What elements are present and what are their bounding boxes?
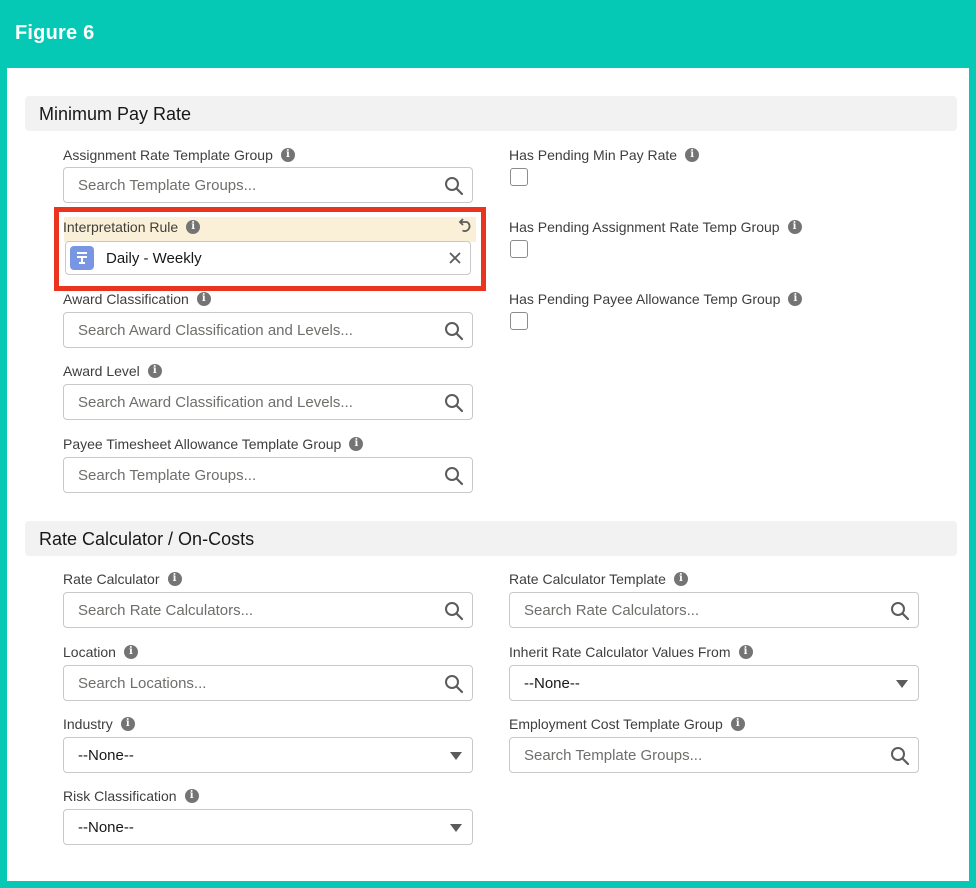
info-icon[interactable]: i [730, 717, 745, 731]
undo-icon[interactable] [456, 217, 474, 235]
info-icon[interactable]: i [186, 220, 201, 234]
input-placeholder: Search Award Classification and Levels..… [78, 322, 353, 339]
chevron-down-icon[interactable] [450, 824, 462, 832]
interpretation-rule-value: Daily - Weekly [106, 250, 202, 267]
employment-cost-template-group-input[interactable]: Search Template Groups... [509, 737, 919, 773]
info-icon[interactable]: i [787, 220, 802, 234]
clear-icon[interactable] [448, 251, 462, 265]
info-icon[interactable]: i [280, 148, 295, 162]
info-icon[interactable]: i [673, 572, 688, 586]
select-value: --None-- [78, 747, 134, 764]
field-label: Employment Cost Template Group i [509, 715, 745, 733]
field-label: Inherit Rate Calculator Values From i [509, 643, 753, 661]
input-placeholder: Search Template Groups... [524, 747, 703, 764]
has-pending-assignment-rate-checkbox[interactable] [510, 240, 528, 258]
field-label: Payee Timesheet Allowance Template Group… [63, 435, 364, 453]
info-icon[interactable]: i [788, 292, 803, 306]
interpretation-rule-lookup[interactable]: Daily - Weekly [65, 241, 471, 275]
field-label: Interpretation Rule i [63, 218, 201, 236]
field-label: Award Level i [63, 362, 162, 380]
field-label: Has Pending Assignment Rate Temp Group i [509, 218, 802, 236]
form-panel: Minimum Pay Rate Assignment Rate Templat… [7, 68, 969, 881]
chevron-down-icon[interactable] [450, 752, 462, 760]
chevron-down-icon[interactable] [896, 680, 908, 688]
has-pending-min-pay-rate-checkbox[interactable] [510, 168, 528, 186]
info-icon[interactable]: i [147, 364, 162, 378]
field-label: Rate Calculator i [63, 570, 182, 588]
award-level-input[interactable]: Search Award Classification and Levels..… [63, 384, 473, 420]
section-header-rate-calculator[interactable]: Rate Calculator / On-Costs [25, 521, 957, 556]
input-placeholder: Search Template Groups... [78, 177, 257, 194]
info-icon[interactable]: i [167, 572, 182, 586]
has-pending-payee-allowance-checkbox[interactable] [510, 312, 528, 330]
rule-icon [70, 246, 94, 270]
info-icon[interactable]: i [349, 437, 364, 451]
input-placeholder: Search Template Groups... [78, 467, 257, 484]
field-label: Has Pending Min Pay Rate i [509, 146, 700, 164]
payee-timesheet-allowance-input[interactable]: Search Template Groups... [63, 457, 473, 493]
select-value: --None-- [524, 675, 580, 692]
search-icon[interactable] [444, 674, 464, 694]
industry-select[interactable]: --None-- [63, 737, 473, 773]
figure-frame: Figure 6 Minimum Pay Rate Assignment Rat… [0, 0, 976, 888]
section-header-minimum-pay-rate[interactable]: Minimum Pay Rate [25, 96, 957, 131]
rate-calculator-input[interactable]: Search Rate Calculators... [63, 592, 473, 628]
info-icon[interactable]: i [184, 789, 199, 803]
figure-title: Figure 6 [15, 22, 95, 44]
field-label: Industry i [63, 715, 135, 733]
field-label: Has Pending Payee Allowance Temp Group i [509, 290, 803, 308]
info-icon[interactable]: i [685, 148, 700, 162]
select-value: --None-- [78, 819, 134, 836]
input-placeholder: Search Rate Calculators... [78, 602, 254, 619]
input-placeholder: Search Locations... [78, 675, 207, 692]
location-input[interactable]: Search Locations... [63, 665, 473, 701]
award-classification-input[interactable]: Search Award Classification and Levels..… [63, 312, 473, 348]
field-label: Award Classification i [63, 290, 211, 308]
rate-calculator-template-input[interactable]: Search Rate Calculators... [509, 592, 919, 628]
field-label: Risk Classification i [63, 787, 199, 805]
field-label: Assignment Rate Template Group i [63, 146, 295, 164]
search-icon[interactable] [444, 466, 464, 486]
search-icon[interactable] [890, 746, 910, 766]
info-icon[interactable]: i [123, 645, 138, 659]
info-icon[interactable]: i [738, 645, 753, 659]
search-icon[interactable] [444, 393, 464, 413]
search-icon[interactable] [890, 601, 910, 621]
risk-classification-select[interactable]: --None-- [63, 809, 473, 845]
search-icon[interactable] [444, 601, 464, 621]
assignment-rate-template-group-input[interactable]: Search Template Groups... [63, 167, 473, 203]
section-title: Rate Calculator / On-Costs [39, 529, 255, 549]
info-icon[interactable]: i [196, 292, 211, 306]
info-icon[interactable]: i [120, 717, 135, 731]
field-label: Rate Calculator Template i [509, 570, 688, 588]
field-label: Location i [63, 643, 138, 661]
search-icon[interactable] [444, 176, 464, 196]
search-icon[interactable] [444, 321, 464, 341]
input-placeholder: Search Rate Calculators... [524, 602, 700, 619]
inherit-rate-calculator-select[interactable]: --None-- [509, 665, 919, 701]
figure-header: Figure 6 [0, 0, 976, 68]
input-placeholder: Search Award Classification and Levels..… [78, 394, 353, 411]
section-title: Minimum Pay Rate [39, 104, 192, 124]
